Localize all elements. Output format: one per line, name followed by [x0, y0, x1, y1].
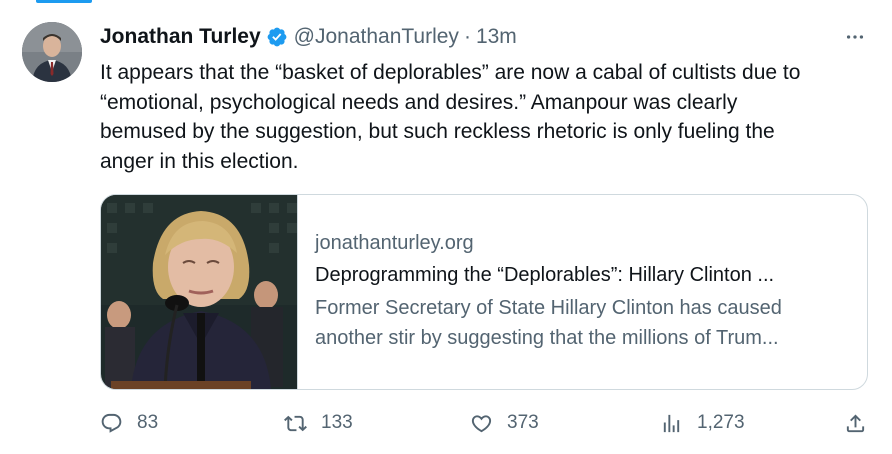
card-title[interactable]: Deprogramming the “Deplorables”: Hillary…	[315, 257, 855, 293]
card-description: Former Secretary of State Hillary Clinto…	[315, 297, 782, 349]
repost-icon	[284, 415, 307, 431]
like-count: 373	[507, 412, 539, 433]
views-icon	[663, 414, 680, 432]
views-button[interactable]: 1,273	[660, 408, 745, 438]
avatar[interactable]	[22, 22, 82, 82]
verified-badge-icon	[267, 27, 287, 47]
tweet-text: It appears that the “basket of deplorabl…	[100, 61, 801, 173]
author-name[interactable]: Jonathan Turley	[100, 25, 261, 49]
card-body: jonathanturley.org Deprogramming the “De…	[315, 229, 847, 353]
separator-dot: ·	[463, 25, 471, 48]
timestamp[interactable]: 13m	[476, 25, 517, 49]
like-icon	[471, 414, 492, 432]
views-count: 1,273	[697, 412, 745, 433]
repost-count: 133	[321, 412, 353, 433]
reply-icon	[101, 413, 122, 433]
avatar-photo	[22, 22, 82, 82]
reply-button[interactable]: 83	[100, 408, 158, 438]
more-icon[interactable]	[844, 26, 866, 48]
card-image	[101, 195, 298, 389]
top-accent-strip	[36, 0, 92, 3]
share-icon	[846, 413, 865, 432]
author-handle[interactable]: @JonathanTurley	[294, 25, 459, 49]
tweet-header: Jonathan Turley @JonathanTurley · 13m	[100, 22, 517, 52]
action-bar: 83 133 373 1,273	[100, 408, 870, 438]
link-card[interactable]: jonathanturley.org Deprogramming the “De…	[100, 194, 868, 390]
repost-button[interactable]: 133	[284, 408, 353, 438]
share-button[interactable]	[844, 408, 881, 438]
like-button[interactable]: 373	[470, 408, 539, 438]
card-domain: jonathanturley.org	[315, 232, 474, 254]
reply-count: 83	[137, 412, 159, 433]
